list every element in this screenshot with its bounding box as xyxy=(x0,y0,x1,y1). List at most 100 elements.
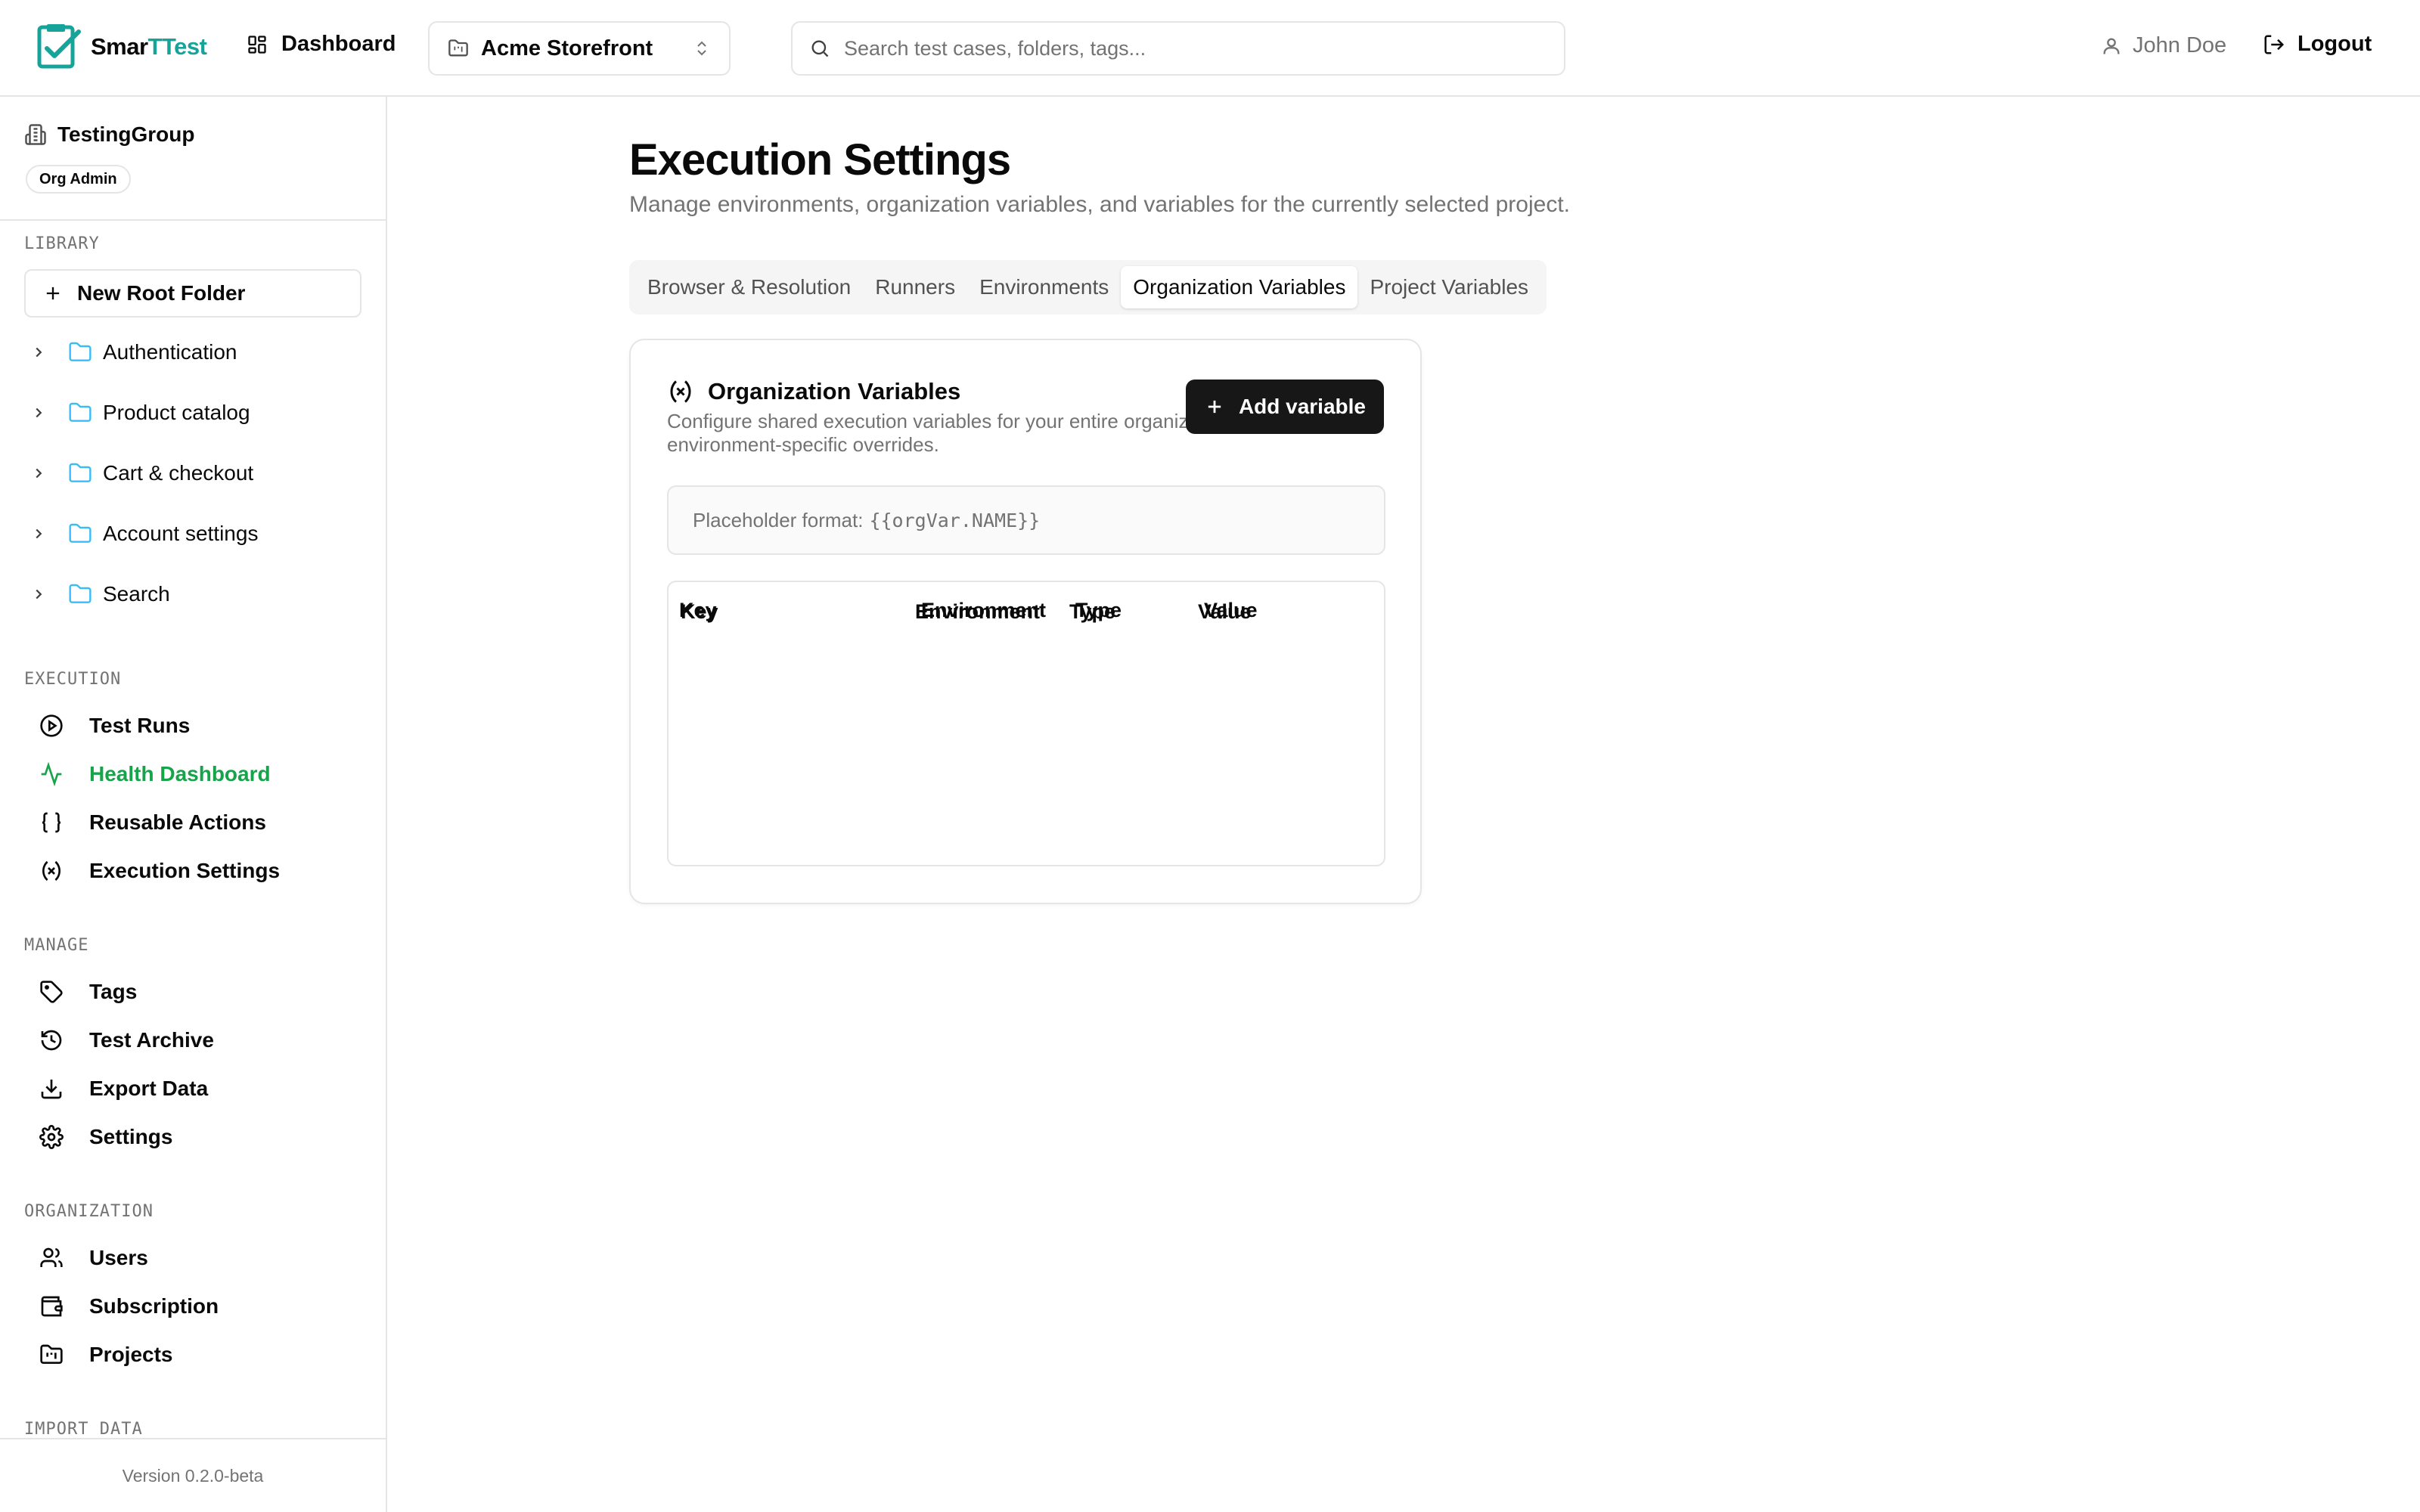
card-title-text: Organization Variables xyxy=(708,378,961,404)
add-variable-button[interactable]: Add variable xyxy=(1185,380,1384,434)
nav-item-reusable-actions[interactable]: Reusable Actions xyxy=(39,810,266,835)
folder-label: Search xyxy=(103,582,170,606)
table-rows xyxy=(667,641,1382,863)
nav-item-health-dashboard[interactable]: Health Dashboard xyxy=(39,762,271,786)
sidebar-divider xyxy=(0,219,386,221)
search-icon xyxy=(811,40,829,57)
new-root-folder-button[interactable]: New Root Folder xyxy=(24,269,361,318)
card-title: Organization Variables xyxy=(667,378,960,405)
project-selector[interactable]: Acme Storefront xyxy=(428,21,731,76)
folder-item-product-catalog[interactable]: Product catalog xyxy=(30,401,250,425)
nav-label: Test Archive xyxy=(89,1028,214,1052)
nav-item-test-archive[interactable]: Test Archive xyxy=(39,1028,214,1052)
user-name: John Doe xyxy=(2133,33,2227,57)
search-box xyxy=(791,21,1565,76)
nav-item-execution-settings[interactable]: Execution Settings xyxy=(39,859,280,883)
play-circle-icon xyxy=(40,714,63,737)
tag-icon xyxy=(40,981,63,1003)
folder-label: Product catalog xyxy=(103,401,250,424)
folder-icon xyxy=(69,402,92,422)
download-icon xyxy=(41,1080,62,1099)
version-text: Version 0.2.0-beta xyxy=(122,1465,264,1486)
logout-button[interactable]: Logout xyxy=(2263,32,2372,57)
plus-icon xyxy=(1208,400,1221,414)
variable-icon xyxy=(42,860,61,881)
folder-kanban-icon xyxy=(40,1344,63,1364)
folder-label: Account settings xyxy=(103,522,259,545)
version-label: Version 0.2.0-beta xyxy=(0,1438,386,1512)
nav-label: Users xyxy=(89,1246,148,1269)
folder-item-account-settings[interactable]: Account settings xyxy=(30,522,258,546)
building-icon xyxy=(25,124,46,145)
folder-label: Cart & checkout xyxy=(103,461,254,485)
nav-label: Settings xyxy=(89,1125,173,1148)
column-header-environment-label: Environment xyxy=(921,599,1047,621)
search-input[interactable] xyxy=(844,36,1547,60)
logout-icon xyxy=(2264,35,2285,54)
placeholder-code: {{orgVar.NAME}} xyxy=(869,509,1041,531)
sidebar: TestingGroup Org Admin LIBRARY New Root … xyxy=(0,97,387,1512)
folder-item-cart-checkout[interactable]: Cart & checkout xyxy=(30,461,253,485)
nav-label: Execution Settings xyxy=(89,859,281,882)
placeholder-prefix: Placeholder format: xyxy=(693,508,864,531)
organization-heading: ORGANIZATION xyxy=(24,1202,154,1221)
page-subtitle: Manage environments, organization variab… xyxy=(629,192,1571,217)
placeholder-format-hint: Placeholder format: {{orgVar.NAME}} xyxy=(667,485,1385,555)
nav-item-settings[interactable]: Settings xyxy=(39,1125,172,1149)
chevron-right-icon xyxy=(36,589,42,600)
top-bar: SmarTTest Dashboard Acme Storefront John… xyxy=(0,0,2420,97)
column-header-type-label: Type xyxy=(1075,599,1122,621)
execution-heading: EXECUTION xyxy=(24,670,122,689)
folder-icon xyxy=(448,39,468,57)
folder-icon xyxy=(69,584,92,603)
import-data-heading: IMPORT DATA xyxy=(24,1420,143,1439)
nav-label: Export Data xyxy=(89,1077,209,1100)
activity-icon xyxy=(41,762,62,786)
wallet-icon xyxy=(41,1296,63,1317)
project-selector-value: Acme Storefront xyxy=(481,36,653,60)
tab-environments[interactable]: Environments xyxy=(967,266,1121,308)
nav-item-projects[interactable]: Projects xyxy=(39,1343,173,1367)
braces-icon xyxy=(42,812,61,833)
settings-tabs: Browser & Resolution Runners Environment… xyxy=(629,260,1547,314)
layout-dashboard-icon xyxy=(248,35,266,54)
dashboard-link[interactable]: Dashboard xyxy=(247,32,396,57)
nav-label: Test Runs xyxy=(89,714,191,737)
user-menu[interactable]: John Doe xyxy=(2101,33,2226,58)
tab-runners[interactable]: Runners xyxy=(863,266,967,308)
role-badge: Org Admin xyxy=(26,165,131,194)
manage-heading: MANAGE xyxy=(24,936,89,955)
folder-item-search[interactable]: Search xyxy=(30,582,170,606)
nav-item-tags[interactable]: Tags xyxy=(39,980,137,1004)
chevron-right-icon xyxy=(36,468,42,479)
nav-item-test-runs[interactable]: Test Runs xyxy=(39,714,190,738)
tab-project-variables[interactable]: Project Variables xyxy=(1357,266,1540,308)
column-header-value-label: Value xyxy=(1204,599,1258,621)
variable-icon xyxy=(670,380,691,403)
nav-item-export-data[interactable]: Export Data xyxy=(39,1077,208,1101)
nav-item-users[interactable]: Users xyxy=(39,1246,148,1270)
app-logo[interactable]: SmarTTest xyxy=(36,23,207,71)
tab-organization-variables[interactable]: Organization Variables xyxy=(1121,266,1358,308)
history-icon xyxy=(41,1030,62,1051)
dashboard-label: Dashboard xyxy=(281,32,396,56)
nav-label: Reusable Actions xyxy=(89,810,266,834)
tab-browser-resolution[interactable]: Browser & Resolution xyxy=(635,266,863,308)
chevron-right-icon xyxy=(36,528,42,539)
user-icon xyxy=(2103,38,2120,54)
folder-icon xyxy=(69,523,92,543)
org-header: TestingGroup xyxy=(24,122,194,147)
folder-icon xyxy=(69,463,92,482)
chevron-right-icon xyxy=(36,407,42,418)
chevron-right-icon xyxy=(36,347,42,358)
logout-label: Logout xyxy=(2297,32,2372,56)
nav-item-subscription[interactable]: Subscription xyxy=(39,1294,219,1318)
chevrons-up-down-icon xyxy=(697,41,706,56)
logo-icon xyxy=(37,24,81,69)
new-root-folder-label: New Root Folder xyxy=(77,281,246,305)
folder-item-authentication[interactable]: Authentication xyxy=(30,340,237,364)
nav-label: Subscription xyxy=(89,1294,219,1318)
plus-icon xyxy=(46,287,60,300)
nav-label: Health Dashboard xyxy=(89,762,271,785)
users-icon xyxy=(40,1247,63,1267)
